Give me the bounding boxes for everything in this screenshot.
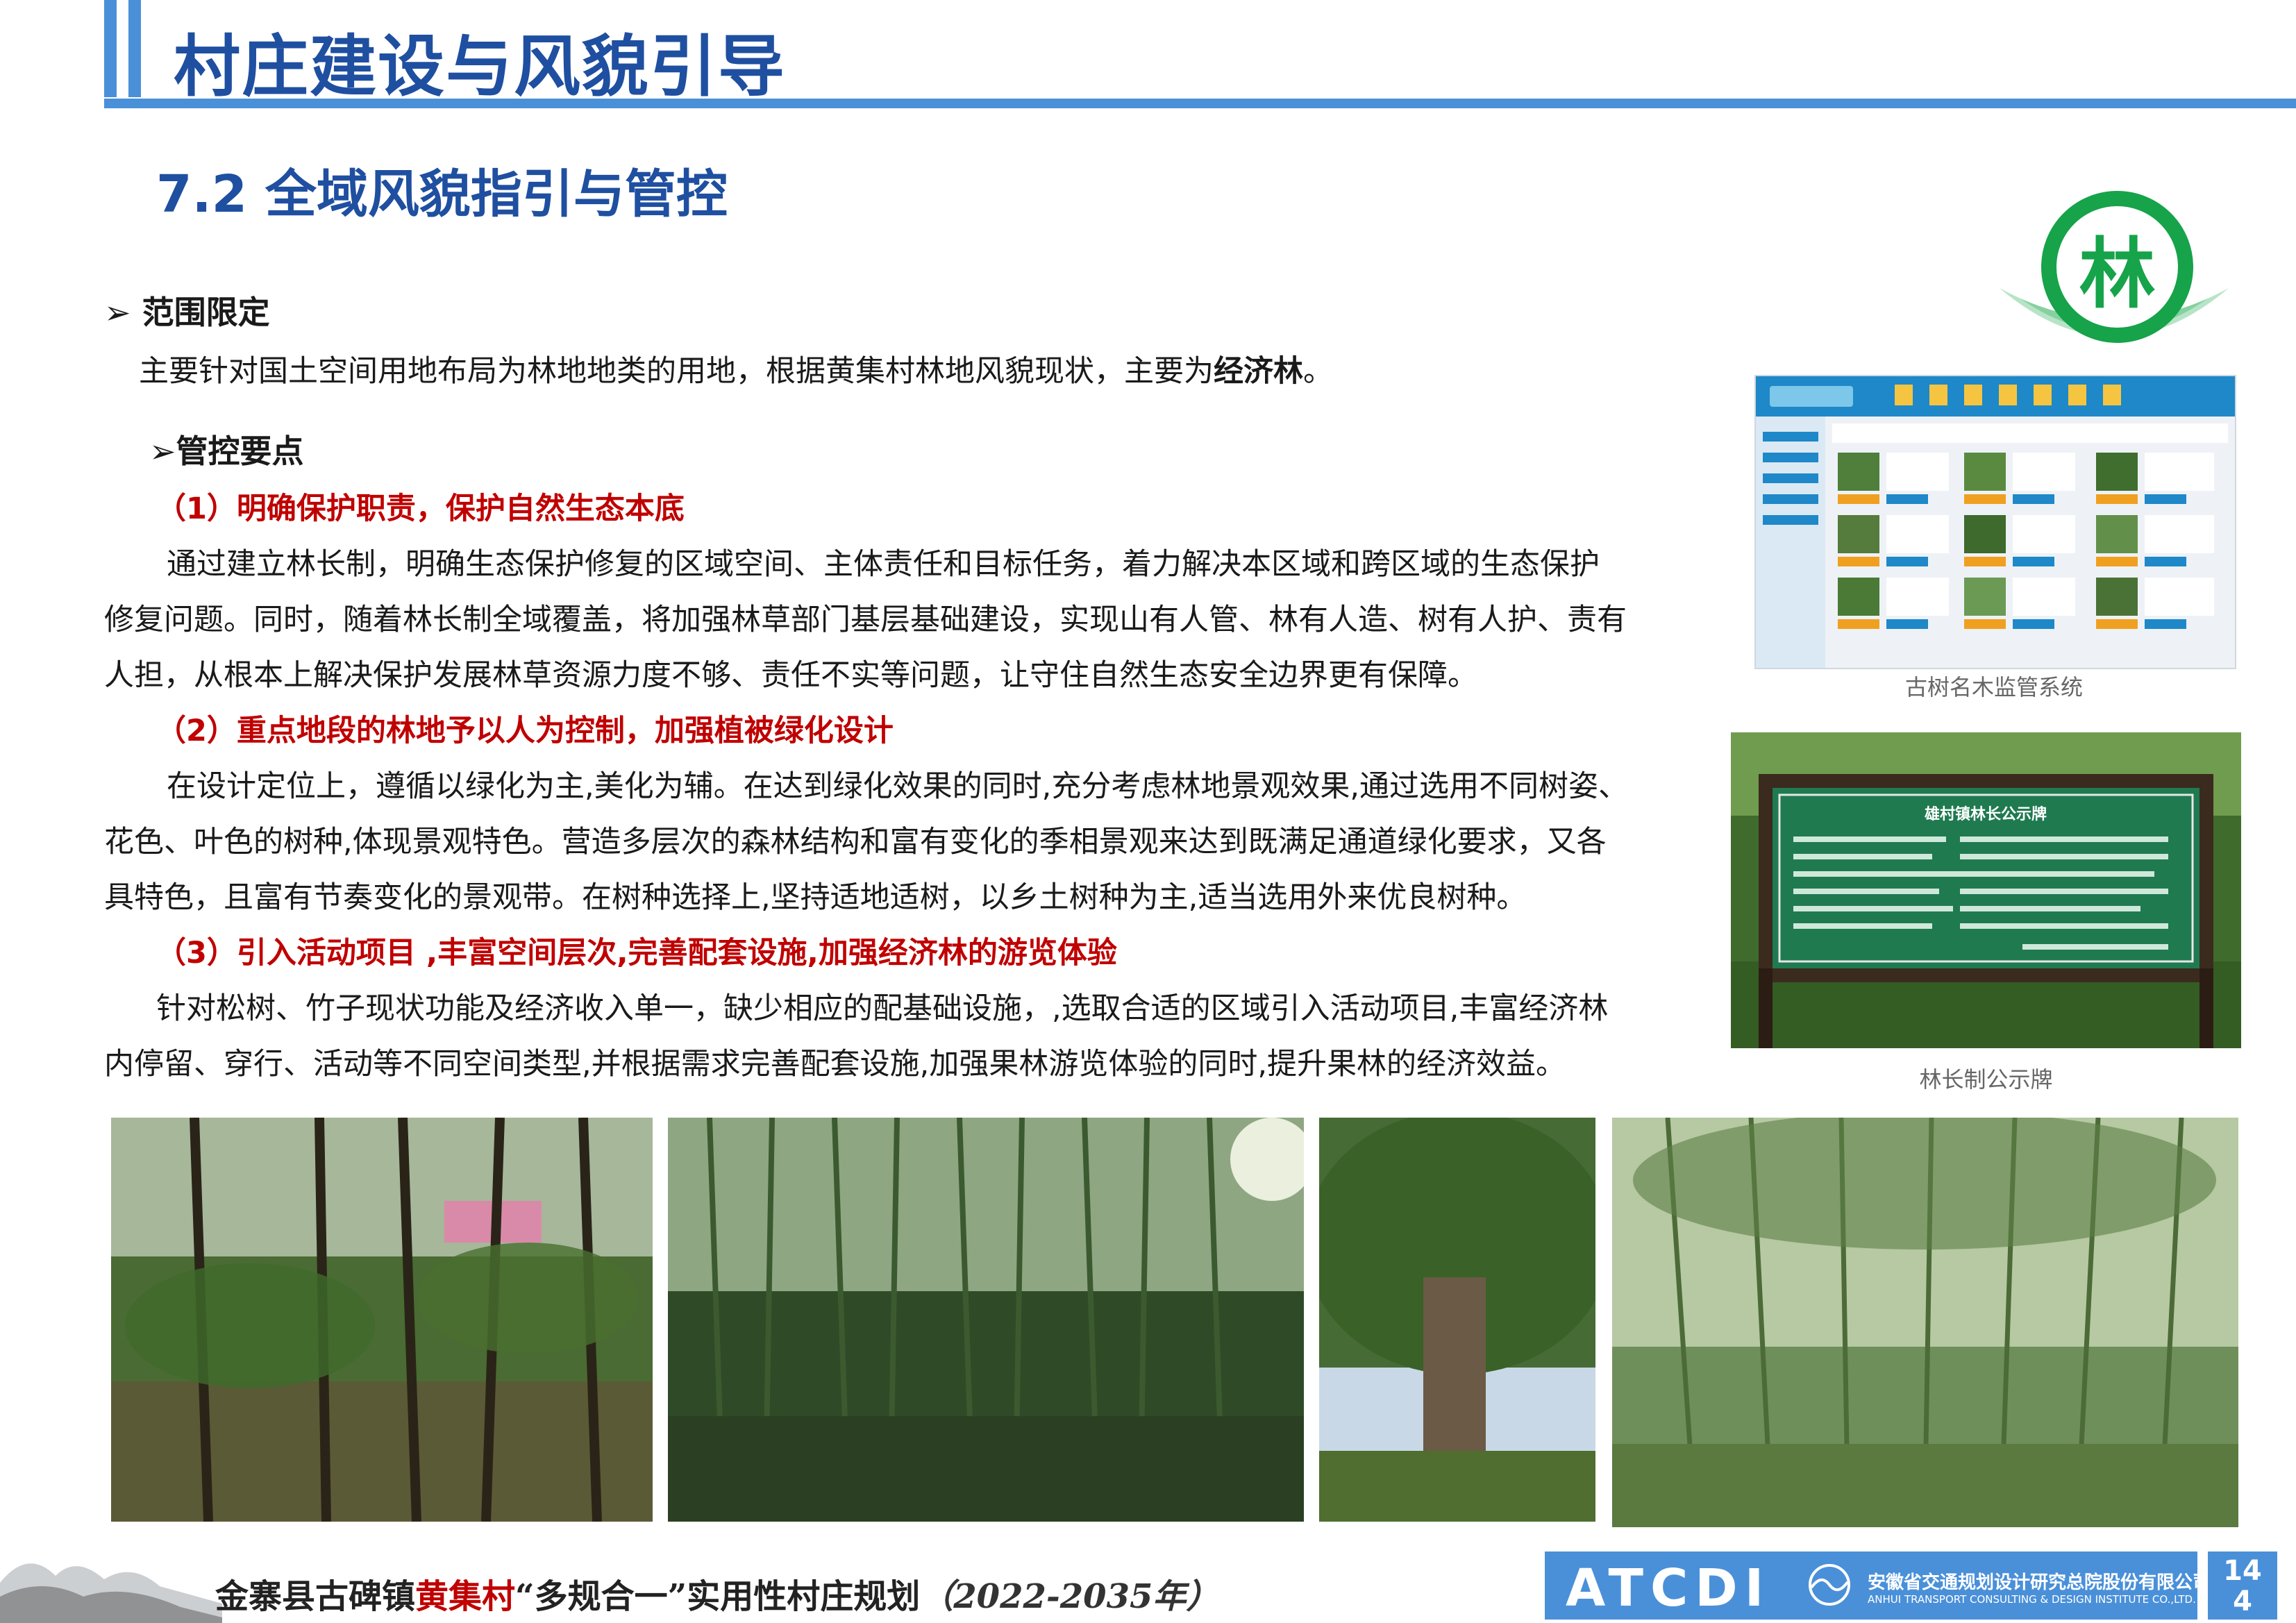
control-heading-row: ➢管控要点: [149, 423, 304, 479]
scope-text-suffix: 。: [1303, 354, 1333, 389]
point-2-title: （2）重点地段的林地予以人为控制，加强植被绿化设计: [156, 714, 894, 748]
board-caption: 林长制公示牌: [1919, 1066, 2053, 1093]
point-3-line-1: 针对松树、竹子现状功能及经济收入单一，缺少相应的配基础设施，,选取合适的区域引入…: [156, 991, 1609, 1026]
forest-photo-1: [111, 1118, 653, 1522]
footer-years: （2022-2035年）: [920, 1577, 1220, 1616]
page-number-line-2: 4: [2233, 1586, 2252, 1617]
footer-village: 黄集村: [415, 1577, 516, 1616]
forest-chief-board-image: 雄村镇林长公示牌: [1731, 732, 2241, 1048]
arrow-bullet-icon: ➢: [149, 432, 176, 470]
section-title: 7.2 全域风貌指引与管控: [156, 165, 728, 224]
forest-badge-circle: 林: [2041, 191, 2193, 343]
ink-landscape-decoration: [0, 1563, 222, 1623]
scope-text-prefix: 主要针对国土空间用地布局为林地地类的用地，根据黄集村林地风貌现状，主要为: [139, 354, 1214, 389]
company-logo: ATCDI 安徽省交通规划设计研究总院股份有限公司 ANHUI TRANSPOR…: [1545, 1551, 2211, 1620]
forest-char: 林: [2079, 229, 2156, 319]
wave-logo-icon: [1809, 1564, 1850, 1606]
page-number: 14 4: [2208, 1551, 2277, 1620]
company-name-en: ANHUI TRANSPORT CONSULTING & DESIGN INST…: [1868, 1593, 2196, 1606]
point-3-title: （3）引入活动项目 ,丰富空间层次,完善配套设施,加强经济林的游览体验: [156, 936, 1117, 970]
board-drawing: 雄村镇林长公示牌: [1731, 732, 2241, 1048]
header-rule: [104, 99, 2296, 108]
footer-plan: “多规合一”实用性村庄规划: [515, 1577, 921, 1616]
point-2-line-2: 花色、叶色的树种,体现景观特色。营造多层次的森林结构和富有变化的季相景观来达到既…: [104, 825, 1607, 859]
point-1-line-3: 人担，从根本上解决保护发展林草资源力度不够、责任不实等问题，让守住自然生态安全边…: [104, 658, 1477, 693]
scope-text: 主要针对国土空间用地布局为林地地类的用地，根据黄集村林地风貌现状，主要为经济林。: [139, 344, 1333, 399]
logo-text: ATCDI: [1566, 1558, 1771, 1618]
point-2-line-3: 具特色，且富有节奏变化的景观带。在树种选择上,坚持适地适树，以乡土树种为主,适当…: [104, 880, 1527, 915]
page-title: 村庄建设与风貌引导: [174, 28, 786, 106]
scope-text-bold: 经济林: [1214, 354, 1303, 389]
company-name-cn: 安徽省交通规划设计研究总院股份有限公司: [1868, 1572, 2211, 1593]
system-screenshot-drawing: [1756, 376, 2235, 668]
point-2-line-1: 在设计定位上，遵循以绿化为主,美化为辅。在达到绿化效果的同时,充分考虑林地景观效…: [167, 769, 1629, 804]
control-heading: 管控要点: [176, 432, 304, 470]
scope-heading-row: ➢ 范围限定: [104, 285, 270, 340]
bamboo-photo-2: [1612, 1118, 2238, 1527]
forest-badge: 林: [2000, 177, 2229, 351]
bamboo-photo-1: [668, 1118, 1304, 1522]
header-accent-bar-2: [128, 0, 141, 97]
system-caption: 古树名木监管系统: [1904, 674, 2083, 700]
page-number-line-1: 14: [2223, 1555, 2262, 1587]
tree-monitoring-system-image: [1754, 375, 2236, 669]
footer-county: 金寨县古碑镇: [215, 1577, 416, 1616]
scope-heading: 范围限定: [142, 294, 270, 331]
arrow-bullet-icon: ➢: [104, 294, 131, 331]
footer-plan-title: 金寨县古碑镇黄集村“多规合一”实用性村庄规划（2022-2035年）: [215, 1569, 1219, 1617]
board-title: 雄村镇林长公示牌: [1924, 805, 2047, 823]
point-3-line-2: 内停留、穿行、活动等不同空间类型,并根据需求完善配套设施,加强果林游览体验的同时…: [104, 1047, 1566, 1082]
point-1-line-1: 通过建立林长制，明确生态保护修复的区域空间、主体责任和目标任务，着力解决本区域和…: [167, 547, 1600, 582]
ancient-tree-photo: [1319, 1118, 1595, 1522]
point-1-title: （1）明确保护职责，保护自然生态本底: [156, 491, 685, 526]
header-accent-bar: [104, 0, 117, 97]
point-1-line-2: 修复问题。同时，随着林长制全域覆盖，将加强林草部门基层基础建设，实现山有人管、林…: [104, 603, 1627, 637]
